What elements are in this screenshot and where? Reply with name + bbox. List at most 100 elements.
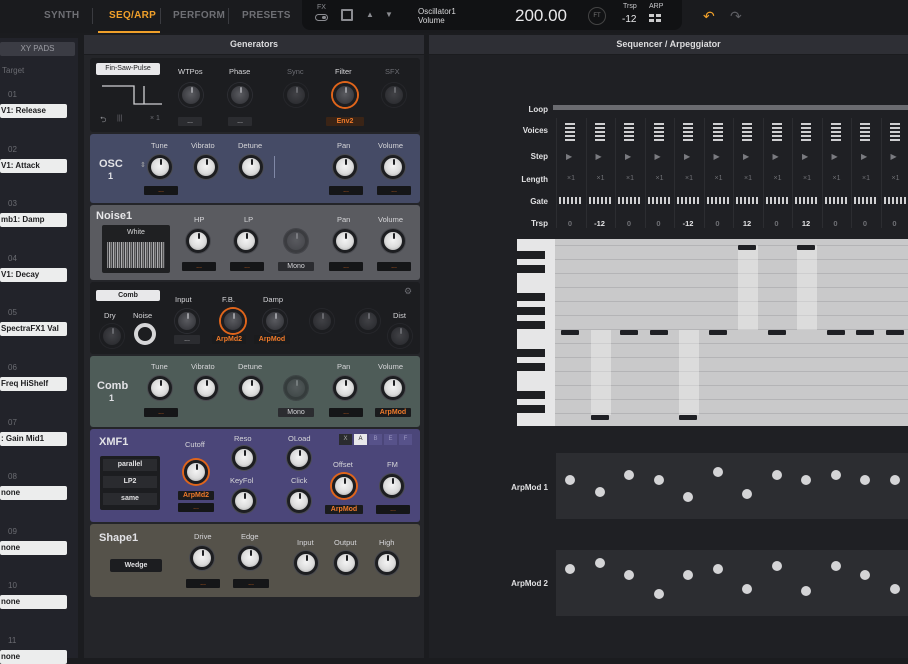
redo-icon[interactable]: ↷	[730, 8, 742, 25]
trsp-cell[interactable]: -12	[587, 219, 613, 228]
length-cell[interactable]: ×1	[889, 175, 903, 182]
comb-vibrato-knob[interactable]	[194, 376, 218, 400]
voices-cell[interactable]	[712, 123, 723, 141]
noise-volume-knob[interactable]	[381, 229, 405, 253]
comb-volume-value[interactable]: ArpMod	[375, 408, 411, 417]
note-block[interactable]	[561, 330, 579, 335]
length-cell[interactable]: ×1	[712, 175, 726, 182]
gate-cell[interactable]	[647, 197, 670, 204]
trsp-cell[interactable]: 0	[852, 219, 878, 228]
arpmod2-point[interactable]	[565, 564, 575, 574]
xy-slot-target[interactable]: V1: Release	[0, 104, 67, 118]
step-play-icon[interactable]: ▶	[566, 152, 572, 161]
shape-high-knob[interactable]	[375, 551, 399, 575]
dry-knob[interactable]	[100, 324, 124, 348]
fb-knob[interactable]	[221, 309, 245, 333]
length-cell[interactable]: ×1	[741, 175, 755, 182]
xmf-mode-filter[interactable]: LP2	[103, 476, 157, 488]
hp-value[interactable]: ...	[182, 262, 216, 271]
trsp-cell[interactable]: 0	[705, 219, 731, 228]
arpmod1-point[interactable]	[712, 467, 723, 477]
edge-knob[interactable]	[238, 546, 262, 570]
xy-slot-target[interactable]: V1: Attack	[0, 158, 67, 173]
comb-volume-knob[interactable]	[381, 376, 405, 400]
voices-cell[interactable]	[889, 123, 900, 141]
shape-input-knob[interactable]	[294, 551, 318, 575]
note-block[interactable]	[738, 244, 756, 250]
next-arrow-icon[interactable]: ▼	[385, 10, 393, 19]
note-block[interactable]	[708, 330, 727, 335]
tab-synth[interactable]: SYNTH	[44, 10, 79, 21]
length-cell[interactable]: ×1	[830, 175, 844, 182]
gate-cell[interactable]	[736, 197, 758, 204]
tab-presets[interactable]: PRESETS	[242, 10, 291, 21]
piano-roll[interactable]	[517, 239, 908, 426]
noise-knob[interactable]	[134, 323, 156, 345]
voices-cell[interactable]	[653, 123, 664, 141]
arpmod1-point[interactable]	[830, 469, 841, 480]
arpmod2-point[interactable]	[624, 569, 634, 580]
xy-slot-target[interactable]: mb1: Damp	[0, 213, 67, 228]
undo-icon[interactable]: ↶	[703, 8, 715, 25]
xmf-mode-same[interactable]: same	[103, 493, 157, 505]
arpmod1-point[interactable]	[594, 486, 605, 497]
length-cell[interactable]: ×1	[653, 175, 667, 182]
trsp-cell[interactable]: 0	[557, 219, 583, 228]
edge-value[interactable]: ...	[233, 579, 269, 588]
offset-value[interactable]: ArpMod	[325, 505, 363, 514]
step-play-icon[interactable]: ▶	[743, 152, 749, 161]
arpmod2-point[interactable]	[860, 569, 870, 580]
cutoff-mod[interactable]: ...	[178, 503, 214, 512]
xy-slot-target[interactable]: Freq HiShelf	[0, 377, 67, 391]
wtpos-value[interactable]: ...	[178, 117, 202, 126]
step-play-icon[interactable]: ▶	[655, 152, 661, 161]
trsp-cell[interactable]: 0	[764, 219, 790, 228]
xy-slot-target[interactable]: SpectraFX1 Val	[0, 322, 67, 337]
cutoff-knob[interactable]	[184, 460, 208, 484]
fx-toggle[interactable]	[315, 14, 328, 21]
hp-knob[interactable]	[186, 229, 210, 253]
length-cell[interactable]: ×1	[623, 175, 637, 182]
tab-perform[interactable]: PERFORM	[173, 10, 225, 21]
noise-mono-knob[interactable]	[284, 229, 308, 253]
filter-value[interactable]: Env2	[326, 117, 364, 126]
trsp-cell[interactable]: 0	[882, 219, 908, 228]
trsp-cell[interactable]: 12	[734, 219, 760, 228]
note-block[interactable]	[620, 330, 638, 335]
comb-mono-knob[interactable]	[284, 376, 308, 400]
arp-toggle[interactable]	[649, 14, 662, 22]
note-block[interactable]	[590, 415, 609, 421]
step-play-icon[interactable]: ▶	[625, 152, 631, 161]
voices-cell[interactable]	[830, 123, 841, 141]
wtpos-knob[interactable]	[179, 83, 203, 107]
arpmod2-point[interactable]	[889, 583, 900, 594]
arpmod1-point[interactable]	[624, 469, 634, 480]
voices-cell[interactable]	[801, 123, 811, 141]
note-block[interactable]	[679, 415, 697, 421]
comb-detune-knob[interactable]	[239, 376, 263, 400]
comb-tune-value[interactable]: ...	[144, 408, 178, 417]
note-block[interactable]	[885, 330, 904, 335]
xmf-letter-x[interactable]: X	[339, 434, 352, 445]
note-block[interactable]	[767, 330, 786, 335]
save-icon[interactable]	[341, 9, 353, 21]
length-cell[interactable]: ×1	[594, 175, 608, 182]
cutoff-value[interactable]: ArpMd2	[178, 491, 214, 500]
xy-slot-target[interactable]: none	[0, 540, 67, 555]
trsp-cell[interactable]: 0	[646, 219, 672, 228]
arpmod2-point[interactable]	[683, 569, 693, 580]
comb-extra-knob-2[interactable]	[356, 309, 380, 333]
shape-output-knob[interactable]	[334, 551, 358, 575]
xmf-mode-parallel[interactable]: parallel	[103, 459, 157, 471]
arpmod2-point[interactable]	[830, 561, 841, 572]
pan-value[interactable]: ...	[329, 186, 363, 195]
tune-knob[interactable]	[148, 155, 172, 179]
wavetable-name[interactable]: Fin-Saw-Pulse	[96, 63, 160, 75]
step-play-icon[interactable]: ▶	[773, 152, 779, 161]
comb-extra-knob-1[interactable]	[310, 309, 334, 333]
noise-pan-value[interactable]: ...	[329, 262, 363, 271]
input-value[interactable]: ...	[174, 335, 200, 344]
phase-knob[interactable]	[228, 83, 252, 107]
comb-type[interactable]: Comb	[96, 290, 160, 301]
gear-icon[interactable]: ⚙	[404, 286, 412, 297]
